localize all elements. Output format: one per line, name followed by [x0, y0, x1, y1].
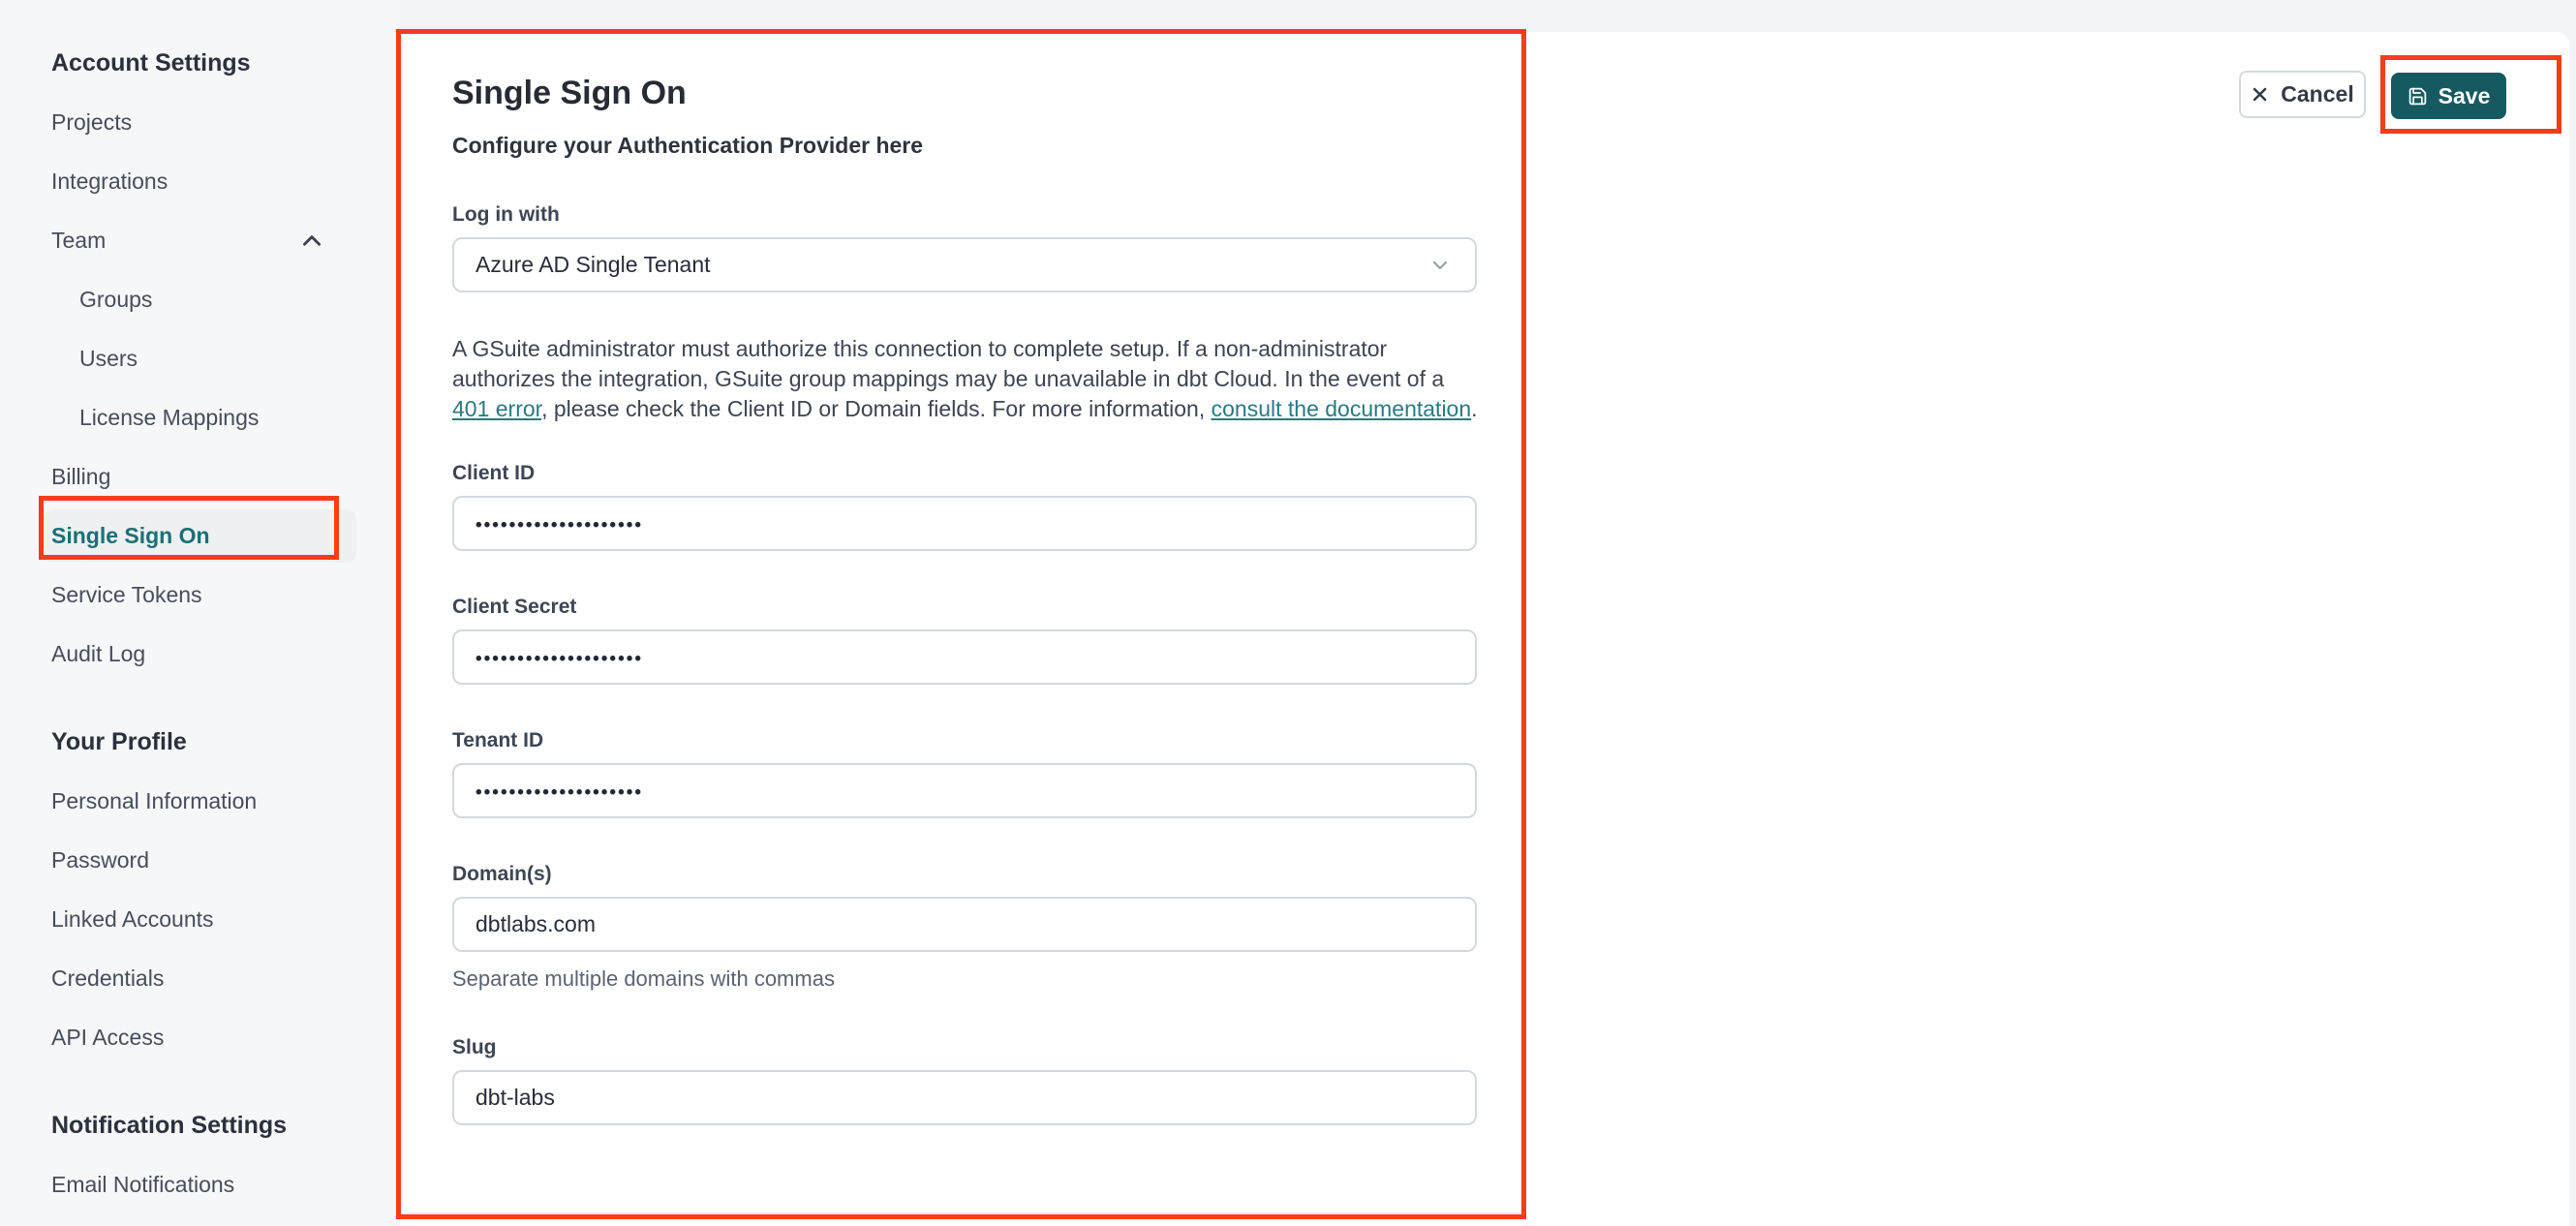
client-secret-label: Client Secret — [452, 596, 577, 618]
sidebar-item-label: Email Notifications — [51, 1172, 235, 1197]
close-icon — [2251, 85, 2269, 104]
sidebar-item-groups[interactable]: Groups — [0, 270, 400, 329]
sidebar-item-label: Single Sign On — [51, 523, 210, 548]
masked-value: •••••••••••••••••••• — [475, 648, 644, 669]
slug-value: dbt-labs — [475, 1085, 555, 1110]
domains-helper-text: Separate multiple domains with commas — [452, 966, 835, 991]
cancel-button-label: Cancel — [2281, 81, 2354, 107]
sidebar-item-label: API Access — [51, 1025, 165, 1050]
slug-input[interactable]: dbt-labs — [452, 1070, 1477, 1125]
slug-label: Slug — [452, 1036, 497, 1058]
domains-input[interactable]: dbtlabs.com — [452, 897, 1477, 952]
sidebar-item-integrations[interactable]: Integrations — [0, 152, 400, 211]
slug-field-group: Slug dbt-labs — [452, 1035, 1477, 1125]
sidebar-item-label: Team — [51, 228, 107, 253]
tenant-id-field-group: Tenant ID •••••••••••••••••••• — [452, 728, 1477, 818]
notice-text: A GSuite administrator must authorize th… — [452, 336, 1445, 391]
settings-sidebar: Account Settings Projects Integrations T… — [0, 0, 400, 1226]
page-subtitle: Configure your Authentication Provider h… — [452, 133, 924, 158]
client-id-input[interactable]: •••••••••••••••••••• — [452, 496, 1477, 551]
sidebar-item-label: Personal Information — [51, 788, 258, 813]
sidebar-item-team[interactable]: Team — [0, 211, 400, 270]
domains-field-group: Domain(s) dbtlabs.com Separate multiple … — [452, 862, 1477, 992]
sidebar-item-billing[interactable]: Billing — [0, 447, 400, 506]
link-401-error[interactable]: 401 error — [452, 396, 541, 421]
sidebar-item-label: Linked Accounts — [51, 906, 214, 932]
domains-label: Domain(s) — [452, 863, 552, 885]
sidebar-item-credentials[interactable]: Credentials — [0, 949, 400, 1008]
sidebar-section-your-profile: Your Profile — [0, 713, 400, 772]
sidebar-item-audit-log[interactable]: Audit Log — [0, 625, 400, 684]
login-with-label: Log in with — [452, 203, 560, 226]
sidebar-item-api-access[interactable]: API Access — [0, 1008, 400, 1067]
sso-settings-panel: Cancel Save Single Sign On Configure you… — [400, 32, 2569, 1226]
sidebar-item-email-notifications[interactable]: Email Notifications — [0, 1155, 400, 1214]
save-icon — [2407, 86, 2428, 107]
sidebar-item-label: Projects — [51, 109, 133, 135]
notice-text: . — [1471, 396, 1478, 421]
sidebar-item-label: Audit Log — [51, 641, 146, 666]
sidebar-item-label: Groups — [79, 287, 153, 312]
sidebar-section-notification-settings: Notification Settings — [0, 1096, 400, 1155]
sidebar-item-linked-accounts[interactable]: Linked Accounts — [0, 890, 400, 949]
chevron-up-icon[interactable] — [299, 229, 324, 254]
page-title: Single Sign On — [452, 75, 687, 111]
tenant-id-input[interactable]: •••••••••••••••••••• — [452, 763, 1477, 818]
login-with-value: Azure AD Single Tenant — [475, 252, 711, 277]
client-secret-input[interactable]: •••••••••••••••••••• — [452, 629, 1477, 685]
sidebar-item-label: Integrations — [51, 169, 169, 194]
sidebar-item-label: Credentials — [51, 965, 165, 991]
masked-value: •••••••••••••••••••• — [475, 782, 644, 803]
client-secret-field-group: Client Secret •••••••••••••••••••• — [452, 595, 1477, 685]
section-header-label: Your Profile — [51, 728, 187, 755]
save-button[interactable]: Save — [2391, 73, 2506, 119]
notice-text: , please check the Client ID or Domain f… — [541, 396, 1211, 421]
sidebar-item-label: Users — [79, 346, 138, 371]
sidebar-item-label: Password — [51, 847, 149, 873]
sidebar-item-projects[interactable]: Projects — [0, 93, 400, 152]
sidebar-item-license-mappings[interactable]: License Mappings — [0, 388, 400, 447]
section-header-label: Notification Settings — [51, 1112, 288, 1139]
masked-value: •••••••••••••••••••• — [475, 514, 644, 536]
sidebar-item-password[interactable]: Password — [0, 831, 400, 890]
gsuite-authorization-notice: A GSuite administrator must authorize th… — [452, 334, 1479, 424]
sidebar-item-label: License Mappings — [79, 405, 260, 430]
tenant-id-label: Tenant ID — [452, 729, 544, 751]
sidebar-item-personal-information[interactable]: Personal Information — [0, 772, 400, 831]
sidebar-item-service-tokens[interactable]: Service Tokens — [0, 566, 400, 625]
cancel-button[interactable]: Cancel — [2239, 71, 2366, 118]
save-button-label: Save — [2438, 82, 2491, 108]
sidebar-section-account-settings: Account Settings — [0, 34, 400, 93]
section-header-label: Account Settings — [51, 49, 251, 77]
chevron-down-icon — [1428, 254, 1452, 277]
sidebar-item-users[interactable]: Users — [0, 329, 400, 388]
login-with-select[interactable]: Azure AD Single Tenant — [452, 237, 1477, 292]
sidebar-item-single-sign-on[interactable]: Single Sign On — [0, 506, 400, 566]
client-id-field-group: Client ID •••••••••••••••••••• — [452, 461, 1477, 551]
sidebar-item-label: Billing — [51, 464, 111, 489]
link-consult-documentation[interactable]: consult the documentation — [1211, 396, 1472, 421]
client-id-label: Client ID — [452, 462, 536, 484]
domains-value: dbtlabs.com — [475, 911, 597, 936]
sidebar-item-label: Service Tokens — [51, 582, 202, 607]
